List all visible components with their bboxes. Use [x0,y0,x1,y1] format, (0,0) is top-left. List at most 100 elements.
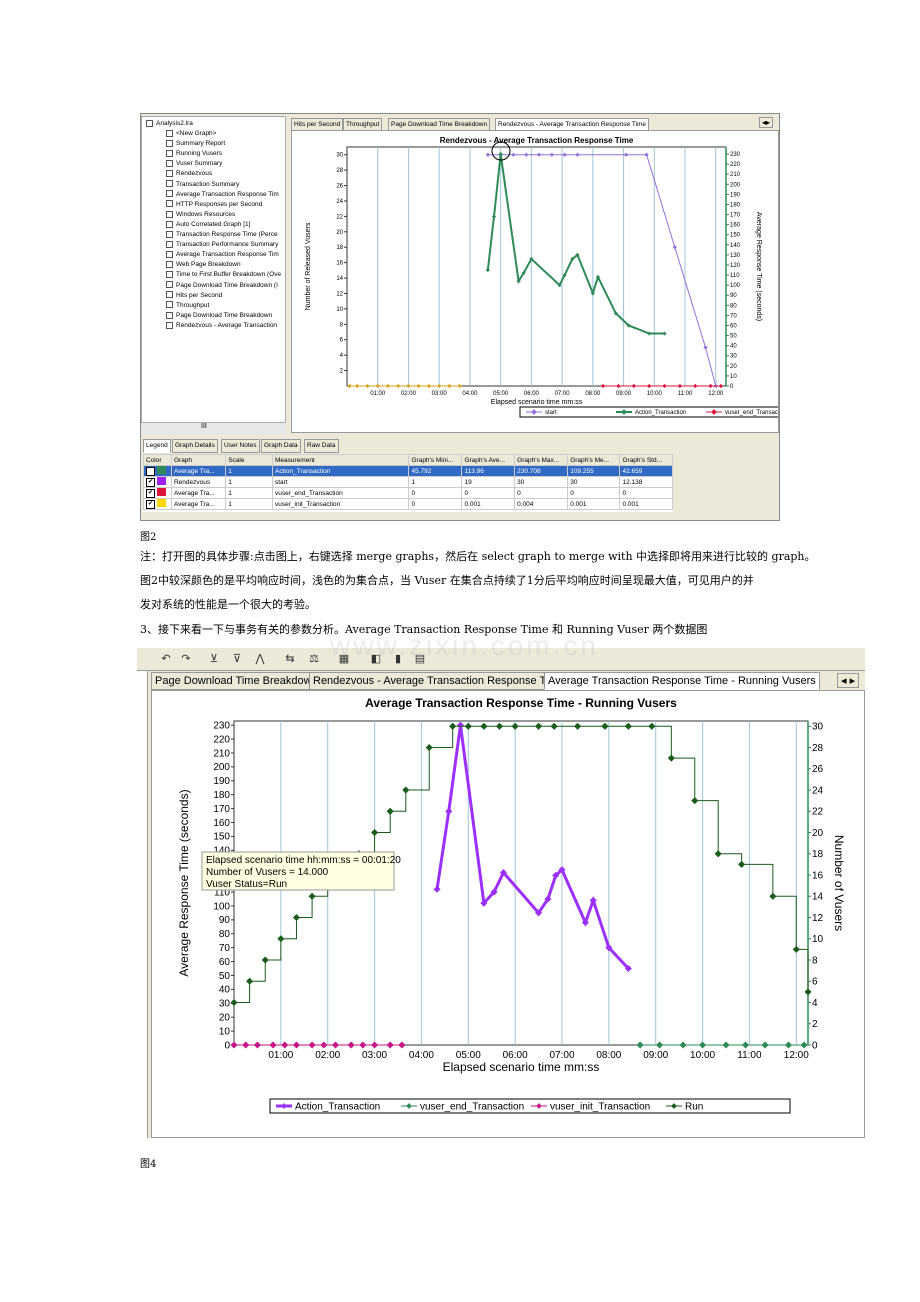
tab2-0[interactable]: Page Download Time Breakdown [151,672,322,690]
legend-cell-scale: 1 [225,476,273,488]
legend-cell-avg: 0 [461,487,516,499]
legend-header-cell[interactable]: Color [143,454,172,466]
y-tick-label: 180 [213,790,230,801]
tab2-2[interactable]: Average Transaction Response Time - Runn… [544,672,820,690]
legend-header-cell[interactable]: Scale [225,454,273,466]
tree-item-label: Rendezvous - Average Transaction [176,321,278,329]
granularity-icon[interactable]: ⋀ [253,652,267,666]
y2-tick-label: 24 [812,785,824,796]
tab2-1[interactable]: Rendezvous - Average Transaction Respons… [309,672,568,690]
collapse-icon[interactable] [146,119,153,127]
tab-right-icon[interactable]: ▸ [850,675,856,687]
y2-tick-label: 190 [730,192,741,198]
undo-icon[interactable]: ↶ [159,652,173,666]
legend-label: vuser_init_Transaction [550,1101,650,1112]
tree-item[interactable]: Auto Correlated Graph [1] [166,220,250,230]
tree-item[interactable]: <New Graph> [166,129,216,139]
tree-item-label: Transaction Response Time (Perce [176,231,278,238]
legend-color-cell[interactable]: ✔ [143,465,172,477]
graph-icon [166,200,173,208]
color-swatch [156,488,166,497]
y2-axis-label: Average Response Time (seconds) [755,212,762,321]
legend-color-cell[interactable]: ✔ [143,498,172,510]
legend-header-cell[interactable]: Measurement [271,454,410,466]
tree-item[interactable]: HTTP Responses per Second [166,200,262,210]
legend-color-cell[interactable]: ✔ [143,487,172,499]
y2-tick-label: 16 [812,870,824,881]
legend-cell-avg: 19 [461,476,516,488]
bottom-tab-1[interactable]: Graph Details [172,439,218,453]
tree-item[interactable]: Transaction Summary [166,180,239,190]
graph-tabs-2: Page Download Time Breakdown Rendezvous -… [151,672,865,690]
tree-item[interactable]: Transaction Response Time (Perce [166,230,278,240]
bottom-tab-2[interactable]: User Notes [221,439,260,453]
checkbox[interactable]: ✔ [146,466,155,476]
tree-item[interactable]: Rendezvous [166,169,212,179]
x-tick-label: 10:00 [690,1050,715,1061]
graph-icon [166,271,173,279]
y-tick-label: 150 [213,832,230,843]
legend-header-cell[interactable]: Graph's Max... [514,454,569,466]
graph-icon [166,281,173,289]
tree-item[interactable]: Running Vusers [166,149,222,159]
legend-header-cell[interactable]: Graph [170,454,227,466]
session-tree[interactable]: Analysis2.lra <New Graph> Summary Report Ru… [141,116,286,434]
legend-header-cell[interactable]: Graph's Ave... [461,454,516,466]
tree-scrollbar[interactable]: III [141,422,286,435]
checkbox[interactable]: ✔ [146,488,155,498]
legend-header-cell[interactable]: Graph's Mini... [408,454,463,466]
legend-row[interactable]: ✔ Average Tra... 1 Action_Transaction 45.79… [143,465,673,477]
y2-tick-label: 90 [730,293,737,299]
tree-item-label: Throughput [176,301,210,309]
bottom-tab-4[interactable]: Raw Data [304,439,339,453]
tab-left-icon[interactable]: ◂ [841,675,847,687]
clear-filter-icon[interactable]: ⊽ [230,652,244,666]
tree-item[interactable]: Rendezvous - Average Transaction [166,321,277,331]
y2-tick-label: 18 [812,849,824,860]
legend-cell-min: 0 [408,498,463,510]
tree-item[interactable]: Transaction Performance Summary [166,240,278,250]
x-tick-label: 03:00 [432,391,448,397]
tab-nav-arrows-1[interactable]: ◂▸ [759,117,774,128]
legend-color-cell[interactable]: ✔ [143,476,172,488]
checkbox[interactable]: ✔ [146,499,155,509]
tab-nav-arrows-2[interactable]: ◂ ▸ [837,673,860,688]
tree-item[interactable]: Average Transaction Response Tim [166,190,279,200]
bottom-tab-3[interactable]: Graph Data [261,439,301,453]
tree-item[interactable]: Hits per Second [166,291,222,301]
y-tick-label: 10 [336,307,343,313]
tree-item[interactable]: Page Download Time Breakdown (I [166,281,278,291]
tree-item[interactable]: Throughput [166,301,209,311]
scroll-thumb[interactable]: III [201,423,207,430]
tree-item[interactable]: Time to First Buffer Breakdown (Ove [166,270,281,280]
tree-root[interactable]: Analysis2.lra [146,119,193,129]
legend-cell-std: 0.001 [619,498,673,510]
x-tick-label: 08:00 [596,1050,621,1061]
color-swatch [156,466,166,475]
legend-header-cell[interactable]: Graph's Std... [619,454,673,466]
tree-item[interactable]: Summary Report [166,139,225,149]
y2-tick-label: 230 [730,152,741,158]
legend-row[interactable]: ✔ Average Tra... 1 vuser_init_Transaction 0… [143,498,673,510]
filter-icon[interactable]: ⊻ [207,652,221,666]
merge-icon[interactable]: ⇆ [283,652,297,666]
legend-row[interactable]: ✔ Average Tra... 1 vuser_end_Transaction 0 0… [143,487,673,499]
legend-header-cell[interactable]: Graph's Me... [567,454,621,466]
legend-row[interactable]: ✔ Rendezvous 1 start 1 19 30 30 12.138 [143,476,673,488]
bottom-tab-0[interactable]: Legend [143,439,171,453]
graph-icon [166,311,173,319]
tab-right-icon[interactable]: ▸ [766,118,770,127]
y-tick-label: 24 [336,199,343,205]
tree-item[interactable]: Web Page Breakdown [166,260,241,270]
tree-item[interactable]: Windows Resources [166,210,235,220]
legend-cell-graph: Average Tra... [170,465,227,477]
tree-item[interactable]: Vuser Summary [166,159,222,169]
tree-item[interactable]: Average Transaction Response Tim [166,250,279,260]
checkbox[interactable]: ✔ [146,477,155,487]
y2-tick-label: 30 [730,354,737,360]
compare-icon[interactable]: ⚖ [307,652,321,666]
legend-label: Action_Transaction [295,1101,380,1112]
redo-icon[interactable]: ↷ [179,652,193,666]
tree-item[interactable]: Page Download Time Breakdown [166,311,272,321]
tree-item-label: Summary Report [176,140,226,148]
